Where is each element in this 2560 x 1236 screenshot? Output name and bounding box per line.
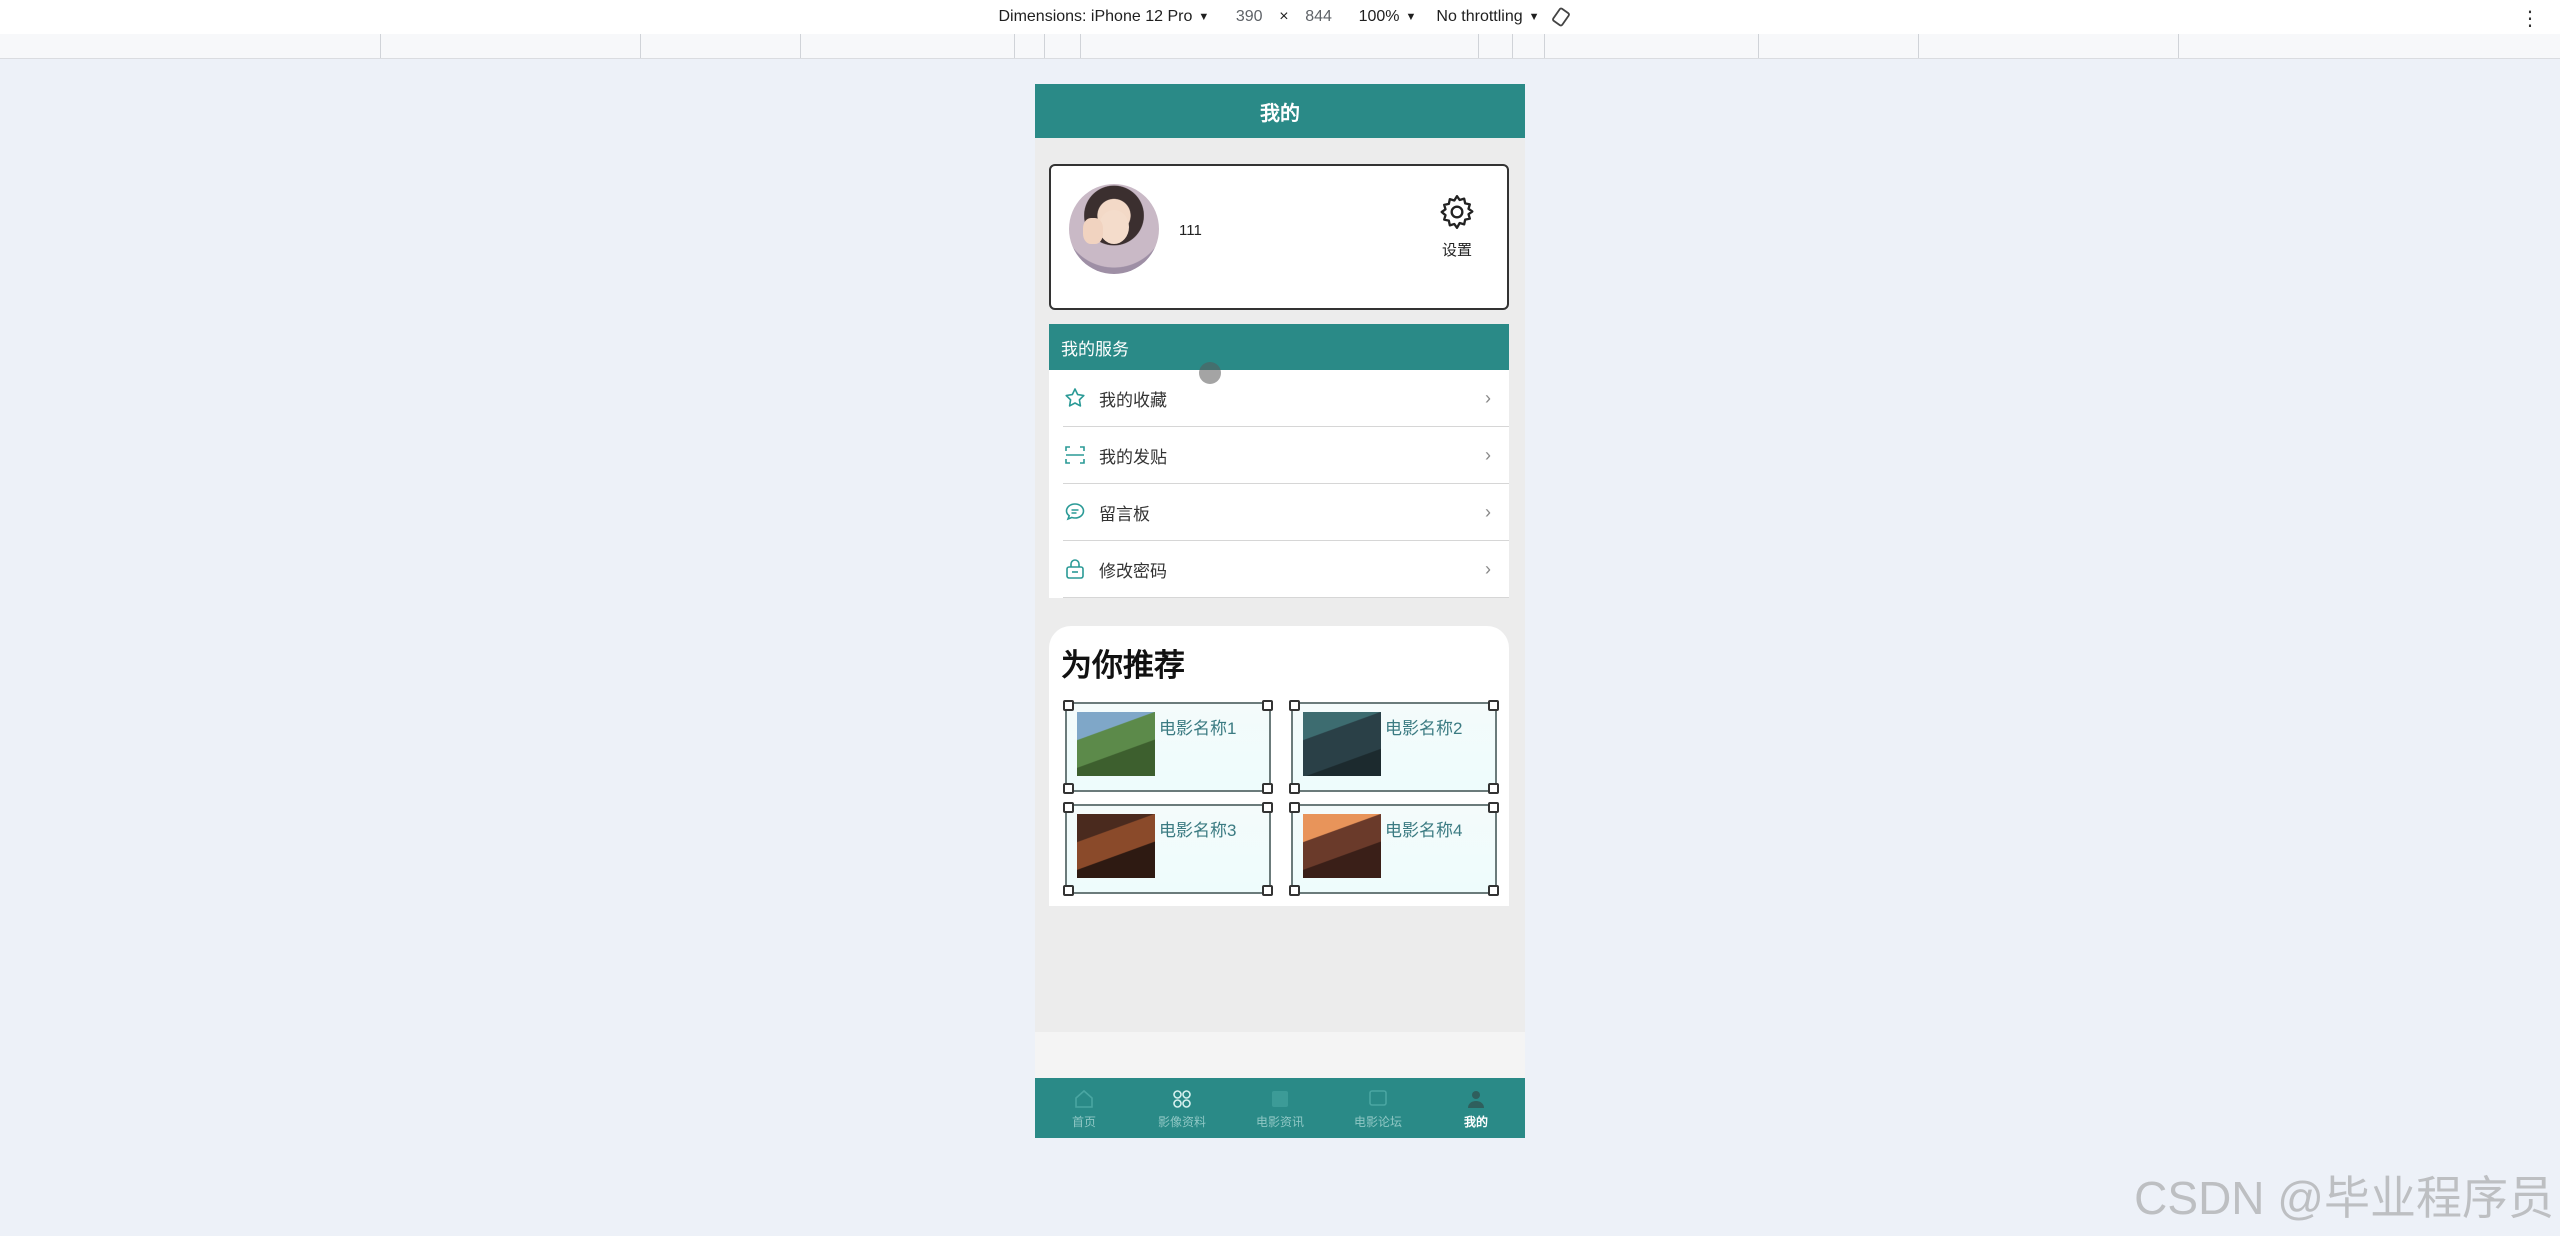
service-label: 修改密码 xyxy=(1099,561,1167,581)
dimensions-dropdown[interactable]: Dimensions: iPhone 12 Pro ▼ xyxy=(998,8,1209,26)
tab-label: 首页 xyxy=(1071,1114,1096,1129)
services-header: 我的服务 xyxy=(1049,324,1509,370)
times-sign: × xyxy=(1279,8,1289,25)
service-favorites[interactable]: 我的收藏 › xyxy=(1063,370,1509,427)
settings-button[interactable]: 设置 xyxy=(1427,192,1487,260)
tab-home[interactable]: 首页 xyxy=(1035,1078,1133,1138)
service-label: 我的收藏 xyxy=(1099,390,1167,410)
page-title: 我的 xyxy=(1035,84,1525,138)
rotate-icon[interactable] xyxy=(1550,6,1572,28)
tab-label: 影像资料 xyxy=(1157,1114,1206,1129)
forum-icon xyxy=(1369,1089,1387,1106)
movie-poster xyxy=(1303,712,1381,776)
username: 111 xyxy=(1179,222,1202,239)
movie-card[interactable]: 电影名称3 xyxy=(1063,802,1273,896)
dimensions-label: Dimensions: iPhone 12 Pro xyxy=(998,8,1193,25)
chevron-right-icon: › xyxy=(1485,444,1491,465)
movie-title: 电影名称4 xyxy=(1385,821,1463,840)
news-icon xyxy=(1272,1090,1288,1107)
lock-icon xyxy=(1066,559,1084,579)
tab-label: 电影资讯 xyxy=(1255,1114,1304,1129)
bottom-tabbar: 首页 影像资料 电影资讯 电影论坛 我的 xyxy=(1035,1078,1525,1138)
chevron-right-icon: › xyxy=(1485,501,1491,522)
avatar[interactable] xyxy=(1069,184,1159,274)
grid-icon xyxy=(1173,1089,1191,1108)
more-vert-icon[interactable]: ⋮ xyxy=(2520,6,2540,31)
service-message-board[interactable]: 留言板 › xyxy=(1063,484,1509,541)
movie-poster xyxy=(1077,712,1155,776)
movie-title: 电影名称1 xyxy=(1159,719,1237,738)
service-my-posts[interactable]: 我的发贴 › xyxy=(1063,427,1509,484)
scan-icon xyxy=(1065,446,1085,464)
recommend-section: 为你推荐 电影名称1 电影名称2 电影名称3 电影名称4 xyxy=(1049,626,1509,906)
services-list: 我的收藏 › 我的发贴 › 留言板 › 修改密码 › xyxy=(1049,370,1509,598)
home-icon xyxy=(1075,1089,1093,1108)
chat-icon xyxy=(1065,503,1085,521)
service-label: 留言板 xyxy=(1099,504,1150,524)
movie-title: 电影名称3 xyxy=(1159,821,1237,840)
throttling-dropdown[interactable]: No throttling ▼ xyxy=(1436,8,1539,26)
star-icon xyxy=(1065,388,1085,407)
movie-card[interactable]: 电影名称1 xyxy=(1063,700,1273,794)
chevron-down-icon: ▼ xyxy=(1198,11,1210,23)
gear-icon xyxy=(1440,195,1474,229)
user-icon xyxy=(1468,1090,1484,1108)
tab-news[interactable]: 电影资讯 xyxy=(1231,1078,1329,1138)
media-query-ruler xyxy=(0,34,2560,59)
chevron-down-icon: ▼ xyxy=(1405,11,1417,23)
width-input[interactable]: 390 xyxy=(1219,8,1279,26)
height-input[interactable]: 844 xyxy=(1289,8,1349,26)
movie-poster xyxy=(1303,814,1381,878)
movie-title: 电影名称2 xyxy=(1385,719,1463,738)
tab-forum[interactable]: 电影论坛 xyxy=(1329,1078,1427,1138)
tab-media[interactable]: 影像资料 xyxy=(1133,1078,1231,1138)
zoom-label: 100% xyxy=(1358,8,1400,25)
service-label: 我的发贴 xyxy=(1099,447,1167,467)
movie-card[interactable]: 电影名称4 xyxy=(1289,802,1499,896)
chevron-right-icon: › xyxy=(1485,558,1491,579)
tab-label: 电影论坛 xyxy=(1353,1114,1402,1129)
throttling-label: No throttling xyxy=(1436,8,1523,25)
movie-card[interactable]: 电影名称2 xyxy=(1289,700,1499,794)
settings-label: 设置 xyxy=(1441,242,1472,259)
tab-mine[interactable]: 我的 xyxy=(1427,1078,1525,1138)
zoom-dropdown[interactable]: 100% ▼ xyxy=(1359,8,1417,26)
mobile-viewport: 我的 111 设置 我的服务 我的收藏 › 我的发贴 › 留言板 › 修改密码 … xyxy=(1035,84,1525,1138)
profile-card: 111 设置 xyxy=(1049,164,1509,310)
chevron-right-icon: › xyxy=(1485,387,1491,408)
devtools-toolbar: Dimensions: iPhone 12 Pro ▼ 390 × 844 10… xyxy=(0,0,2560,34)
recommend-title: 为你推荐 xyxy=(1061,648,1185,683)
chevron-down-icon: ▼ xyxy=(1528,11,1540,23)
watermark: CSDN @毕业程序员 xyxy=(2134,1172,2554,1224)
service-change-password[interactable]: 修改密码 › xyxy=(1063,541,1509,598)
touch-cursor xyxy=(1199,362,1221,384)
movie-poster xyxy=(1077,814,1155,878)
tab-label: 我的 xyxy=(1463,1114,1488,1129)
tabbar-spacer xyxy=(1035,1032,1525,1078)
